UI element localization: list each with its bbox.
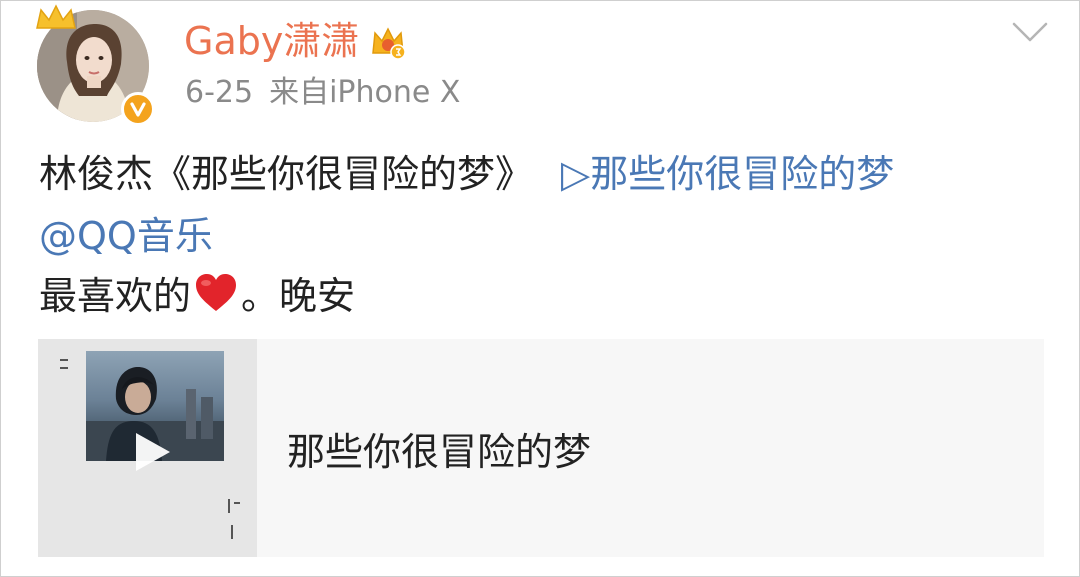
cover-text-mark xyxy=(60,367,68,369)
music-card[interactable]: 那些你很冒险的梦 xyxy=(38,339,1044,557)
post-meta: 6-25 来自iPhone X xyxy=(185,71,460,115)
post-text-line-1: 林俊杰《那些你很冒险的梦》 ▷那些你很冒险的梦 xyxy=(39,147,894,201)
heart-icon xyxy=(196,274,237,311)
post-date: 6-25 xyxy=(185,75,254,110)
cover-text-mark xyxy=(234,502,240,504)
music-link[interactable]: ▷那些你很冒险的梦 xyxy=(561,152,894,196)
crown-vip-icon[interactable] xyxy=(368,21,408,61)
post-text-goodnight: 。晚安 xyxy=(241,274,356,318)
author-name[interactable]: Gaby潇潇 xyxy=(184,16,359,66)
post-text-song: 林俊杰《那些你很冒险的梦》 xyxy=(39,152,534,196)
weibo-post: Gaby潇潇 6-25 来自iPhone X 林俊杰《那些你很冒险的梦》 ▷那些你很… xyxy=(0,0,1080,577)
cover-text-mark xyxy=(60,359,68,361)
crown-decoration-icon xyxy=(36,4,76,29)
music-card-title[interactable]: 那些你很冒险的梦 xyxy=(287,427,591,477)
post-source[interactable]: 来自iPhone X xyxy=(269,75,460,110)
post-text-favorite: 最喜欢的 xyxy=(39,274,192,318)
mention-link[interactable]: @QQ音乐 xyxy=(39,209,213,263)
chevron-down-icon[interactable] xyxy=(1010,18,1050,46)
avatar-container[interactable] xyxy=(36,4,155,126)
play-icon[interactable] xyxy=(128,429,174,475)
cover-text-mark xyxy=(231,525,233,539)
post-text-line-3: 最喜欢的 。晚安 xyxy=(39,269,355,323)
cover-text-mark xyxy=(228,499,230,513)
album-cover[interactable] xyxy=(38,339,257,557)
verified-badge-icon xyxy=(121,92,155,126)
